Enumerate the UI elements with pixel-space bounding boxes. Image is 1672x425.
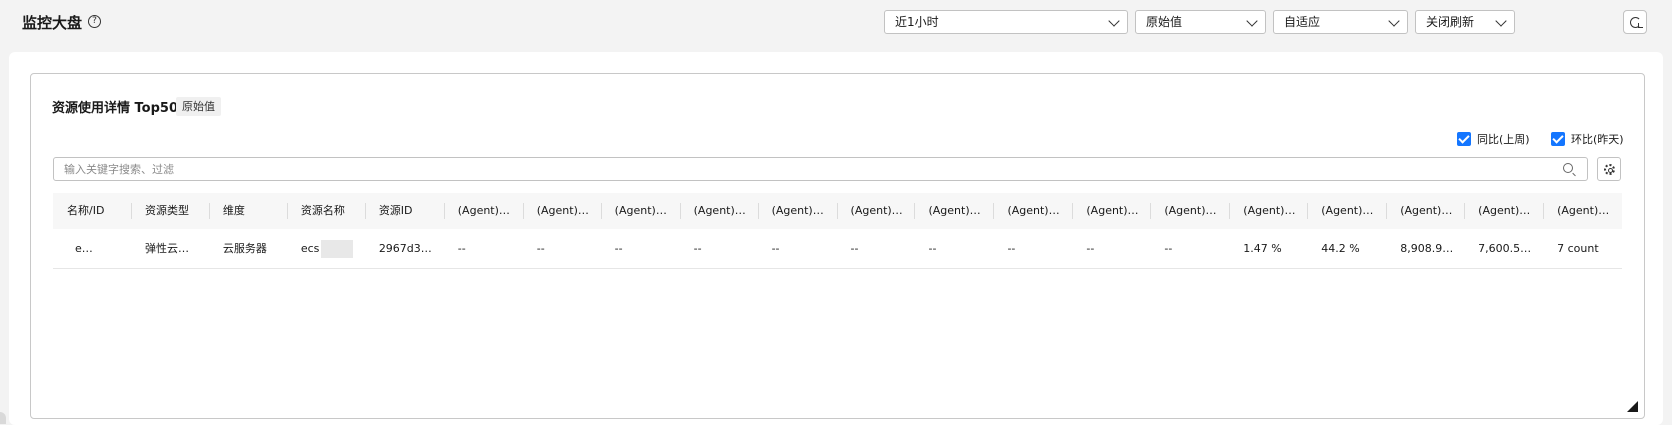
page-title: 监控大盘: [22, 14, 83, 32]
table-row[interactable]: e… 弹性云… 云服务器 ecs 2967d3… -- -- -- -- -- …: [53, 229, 1622, 269]
column-header[interactable]: (Agent)…: [757, 193, 837, 229]
chevron-down-icon: [1495, 15, 1507, 27]
chevron-down-icon: [1388, 15, 1400, 27]
cell-resource-id: 2967d3…: [378, 242, 432, 255]
cell-resource-name: ecs: [287, 229, 365, 269]
widget-title: 资源使用详情 Top50: [52, 101, 178, 116]
cell-metric: 1.47 %: [1243, 242, 1282, 255]
cell-metric: --: [1007, 242, 1016, 255]
checkbox-checked-icon: [1551, 132, 1565, 146]
value-mode-select[interactable]: 原始值: [1135, 10, 1266, 34]
layout-mode-value: 自适应: [1284, 15, 1321, 29]
cell-metric: --: [693, 242, 702, 255]
cell-name-id[interactable]: e…: [53, 229, 131, 269]
chevron-down-icon: [1108, 15, 1120, 27]
column-header[interactable]: (Agent)…: [1543, 193, 1622, 229]
cell-metric: 8,908.9…: [1400, 242, 1454, 255]
refresh-button[interactable]: [1623, 10, 1647, 34]
cell-metric: --: [614, 242, 623, 255]
cell-metric: 44.2 %: [1321, 242, 1360, 255]
column-header[interactable]: (Agent)…: [1150, 193, 1229, 229]
compare-last-week-checkbox[interactable]: 同比(上周): [1457, 132, 1530, 148]
column-header[interactable]: (Agent)…: [522, 193, 601, 229]
column-header[interactable]: 资源ID: [364, 193, 444, 229]
compare-last-week-label: 同比(上周): [1477, 133, 1530, 146]
time-range-select[interactable]: 近1小时: [884, 10, 1128, 34]
compare-yesterday-label: 环比(昨天): [1571, 133, 1624, 146]
value-mode-value: 原始值: [1146, 15, 1183, 29]
column-header[interactable]: (Agent)…: [993, 193, 1072, 229]
search-input[interactable]: [54, 158, 1534, 180]
auto-refresh-select[interactable]: 关闭刷新: [1415, 10, 1515, 34]
question-circle-icon[interactable]: ?: [88, 15, 101, 28]
column-header[interactable]: (Agent)…: [1464, 193, 1543, 229]
column-header[interactable]: (Agent)…: [914, 193, 993, 229]
time-range-value: 近1小时: [895, 15, 939, 29]
column-header[interactable]: 资源类型: [130, 193, 209, 229]
column-header[interactable]: (Agent)…: [679, 193, 758, 229]
cell-metric: --: [536, 242, 545, 255]
column-header[interactable]: (Agent)…: [836, 193, 915, 229]
chevron-down-icon: [1246, 15, 1258, 27]
search-icon[interactable]: [1563, 163, 1573, 173]
masked-text: [321, 240, 354, 258]
column-header[interactable]: (Agent)…: [1072, 193, 1150, 229]
search-box: [53, 157, 1588, 181]
gear-icon: [1604, 164, 1615, 175]
auto-refresh-value: 关闭刷新: [1426, 15, 1475, 29]
column-header[interactable]: 名称/ID: [53, 193, 131, 229]
resource-table: 名称/ID 资源类型 维度 资源名称 资源ID (Agent)… (Agent)…: [53, 193, 1622, 269]
layout-mode-select[interactable]: 自适应: [1273, 10, 1408, 34]
column-header[interactable]: (Agent)…: [1386, 193, 1464, 229]
side-panel-handle[interactable]: [0, 412, 6, 424]
cell-metric: --: [928, 242, 937, 255]
column-header[interactable]: (Agent)…: [443, 193, 523, 229]
cell-metric: --: [771, 242, 780, 255]
cell-metric: --: [457, 242, 466, 255]
table-header: 名称/ID 资源类型 维度 资源名称 资源ID (Agent)… (Agent)…: [53, 193, 1622, 229]
column-header[interactable]: 资源名称: [286, 193, 365, 229]
column-header[interactable]: (Agent)…: [600, 193, 680, 229]
cell-metric: 7 count: [1557, 242, 1599, 255]
cell-metric: --: [1086, 242, 1095, 255]
cell-metric: --: [850, 242, 859, 255]
cell-dimension: 云服务器: [222, 242, 267, 255]
resource-name-text: ecs: [300, 242, 320, 255]
column-header[interactable]: (Agent)…: [1229, 193, 1307, 229]
compare-yesterday-checkbox[interactable]: 环比(昨天): [1551, 132, 1624, 148]
checkbox-checked-icon: [1457, 132, 1471, 146]
column-header[interactable]: (Agent)…: [1307, 193, 1386, 229]
top-toolbar: 监控大盘 ? 近1小时 原始值 自适应 关闭刷新: [0, 0, 1672, 44]
resize-corner-icon[interactable]: [1627, 401, 1638, 412]
value-mode-tag: 原始值: [176, 97, 221, 116]
cell-metric: --: [1164, 242, 1173, 255]
column-header[interactable]: 维度: [208, 193, 287, 229]
cell-resource-type: 弹性云…: [144, 242, 189, 255]
cell-metric: 7,600.5…: [1478, 242, 1532, 255]
table-settings-button[interactable]: [1597, 157, 1621, 181]
